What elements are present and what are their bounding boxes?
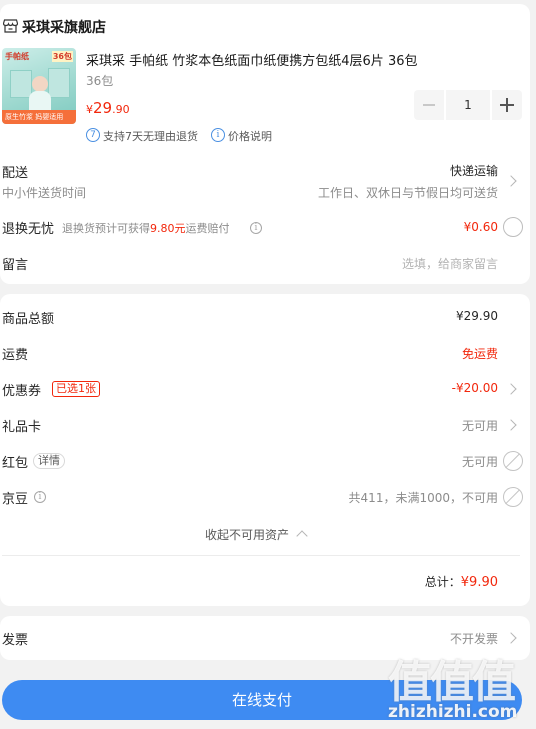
redpacket-value: 无可用: [461, 455, 498, 469]
chevron-right-icon: [505, 419, 517, 431]
chevron-up-icon: [296, 530, 308, 542]
price-symbol: ¥: [86, 103, 93, 116]
increase-button[interactable]: [492, 90, 522, 120]
return-worry-desc-amount: 9.80元: [150, 222, 186, 235]
goods-total-value: ¥29.90: [456, 309, 498, 323]
giftcard-label: 礼品卡: [2, 420, 42, 435]
info-icon: i: [211, 128, 225, 142]
site-watermark: 值值值 zhizhizhi.com: [386, 646, 530, 726]
thumb-person: [32, 76, 48, 92]
quantity-value: 1: [464, 98, 472, 112]
quantity-input[interactable]: 1: [446, 90, 490, 120]
summary-divider: [2, 555, 520, 556]
delivery-row[interactable]: 配送 快递运输 中小件送货时间 工作日、双休日与节假日均可送货: [0, 156, 530, 202]
chevron-right-icon: [505, 632, 517, 644]
total-value: ¥9.90: [460, 575, 498, 590]
minus-icon: [423, 104, 435, 106]
jd-bean-row[interactable]: 京豆 i 共411，未满1000，不可用: [0, 486, 530, 508]
price-summary-card: 商品总额 ¥29.90 运费 免运费 优惠券 已选1张 -¥20.00 礼品卡 …: [0, 294, 530, 606]
pay-online-label: 在线支付: [231, 691, 292, 709]
quantity-stepper: 1: [414, 90, 522, 120]
return-worry-row[interactable]: 退换无忧 退换货预计可获得9.80元运费赔付 i ¥0.60: [0, 215, 530, 239]
total-row: 总计：¥9.90: [425, 571, 498, 591]
product-title[interactable]: 采琪采 手帕纸 竹浆本色纸面巾纸便携方包纸4层6片 36包: [86, 50, 417, 69]
delivery-method: 快递运输: [449, 164, 498, 178]
freight-value: 免运费: [461, 347, 498, 361]
redpacket-detail-link[interactable]: 详情: [33, 453, 65, 469]
return-worry-desc-prefix: 退换货预计可获得: [62, 222, 150, 235]
service-return-text: 支持7天无理由退货: [103, 130, 198, 143]
unavailable-icon: [503, 487, 523, 507]
return-worry-checkbox[interactable]: [503, 217, 523, 237]
coupon-value: -¥20.00: [451, 381, 498, 395]
chevron-right-icon: [505, 175, 517, 187]
price-decimal: .90: [112, 103, 130, 116]
total-label: 总计：: [424, 575, 461, 589]
jd-bean-label: 京豆: [2, 492, 29, 507]
message-label: 留言: [2, 258, 29, 273]
price-integer: 29: [93, 99, 113, 117]
info-circle-icon[interactable]: i: [250, 222, 262, 234]
freight-row: 运费 免运费: [0, 342, 530, 364]
return-worry-desc: 退换货预计可获得9.80元运费赔付: [62, 220, 230, 236]
info-circle-icon[interactable]: i: [34, 491, 46, 503]
coupon-tag: 已选1张: [52, 381, 100, 397]
invoice-label: 发票: [2, 633, 29, 648]
freight-label: 运费: [2, 348, 29, 363]
product-thumbnail[interactable]: 手帕纸 36包 原生竹浆 妈婴适用: [2, 48, 76, 124]
order-item-card: 采琪采旗舰店 手帕纸 36包 原生竹浆 妈婴适用 采琪采 手帕纸 竹浆本色纸面巾…: [0, 4, 530, 284]
coupon-row[interactable]: 优惠券 已选1张 -¥20.00: [0, 378, 530, 400]
message-row[interactable]: 留言 选填，给商家留言: [0, 252, 530, 274]
seven-day-icon: 7: [86, 128, 100, 142]
decrease-button[interactable]: [414, 90, 444, 120]
unavailable-icon: [503, 451, 523, 471]
thumb-label-tr: 36包: [51, 51, 73, 62]
store-icon: [3, 19, 18, 33]
return-worry-price: ¥0.60: [463, 220, 498, 234]
product-spec: 36包: [86, 74, 114, 88]
coupon-label: 优惠券: [2, 384, 42, 399]
invoice-value: 不开发票: [449, 632, 498, 646]
jd-bean-value: 共411，未满1000，不可用: [348, 491, 498, 505]
watermark-mark: 值值值: [388, 657, 516, 708]
redpacket-label: 红包: [2, 456, 29, 471]
return-worry-label: 退换无忧: [2, 222, 55, 237]
thumb-band-text: 原生竹浆 妈婴适用: [5, 113, 64, 121]
redpacket-row[interactable]: 红包 详情 无可用: [0, 450, 530, 472]
delivery-label: 配送: [2, 166, 29, 181]
goods-total-row: 商品总额 ¥29.90: [0, 306, 530, 328]
chevron-right-icon: [505, 383, 517, 395]
giftcard-row[interactable]: 礼品卡 无可用: [0, 414, 530, 436]
delivery-time: 工作日、双休日与节假日均可送货: [317, 186, 498, 200]
shop-name: 采琪采旗舰店: [22, 20, 106, 36]
return-worry-desc-suffix: 运费赔付: [185, 222, 230, 235]
goods-total-label: 商品总额: [2, 312, 55, 327]
thumb-label-tl: 手帕纸: [5, 52, 29, 61]
watermark-domain: zhizhizhi.com: [388, 702, 518, 722]
product-price: ¥29.90: [86, 98, 130, 117]
giftcard-value: 无可用: [461, 419, 498, 433]
delivery-sub: 中小件送货时间: [2, 186, 87, 200]
price-explain-text: 价格说明: [228, 130, 272, 143]
message-input[interactable]: 选填，给商家留言: [402, 255, 498, 272]
collapse-label: 收起不可用资产: [205, 528, 290, 542]
